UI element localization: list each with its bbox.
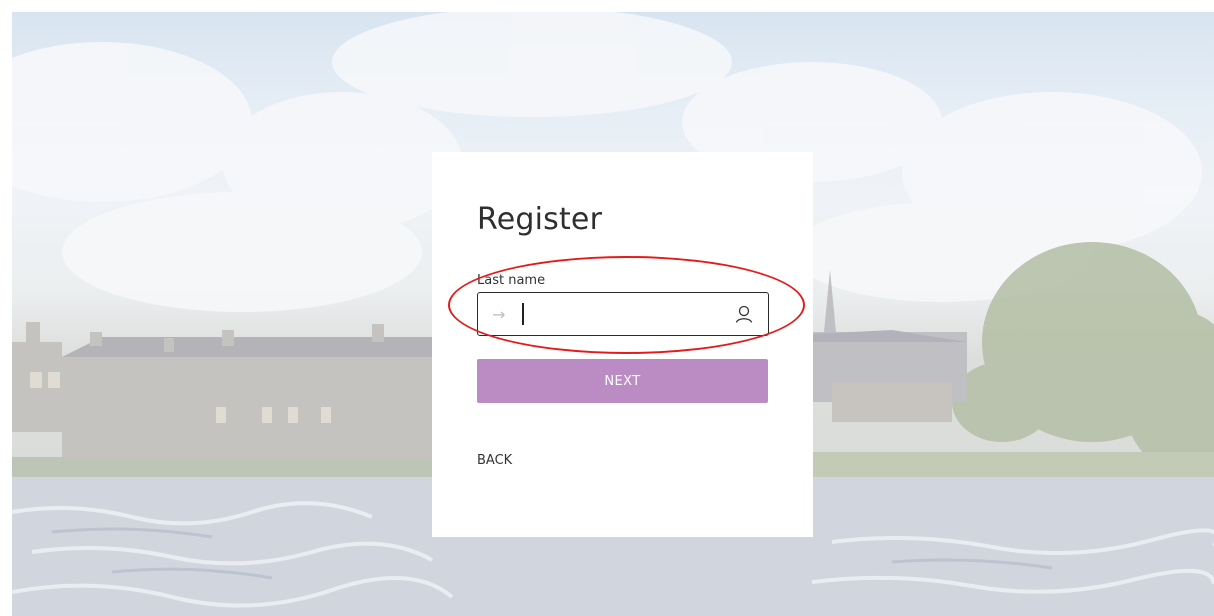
last-name-field[interactable]: → xyxy=(477,292,769,336)
user-icon xyxy=(735,305,753,323)
register-card: Register Last name → NEXT BACK xyxy=(432,152,813,537)
last-name-label: Last name xyxy=(477,273,546,288)
back-link[interactable]: BACK xyxy=(477,453,512,468)
next-button[interactable]: NEXT xyxy=(477,359,768,403)
arrow-right-icon: → xyxy=(492,305,506,324)
page-title: Register xyxy=(477,202,603,237)
text-caret xyxy=(522,303,524,325)
last-name-input[interactable] xyxy=(518,299,718,329)
